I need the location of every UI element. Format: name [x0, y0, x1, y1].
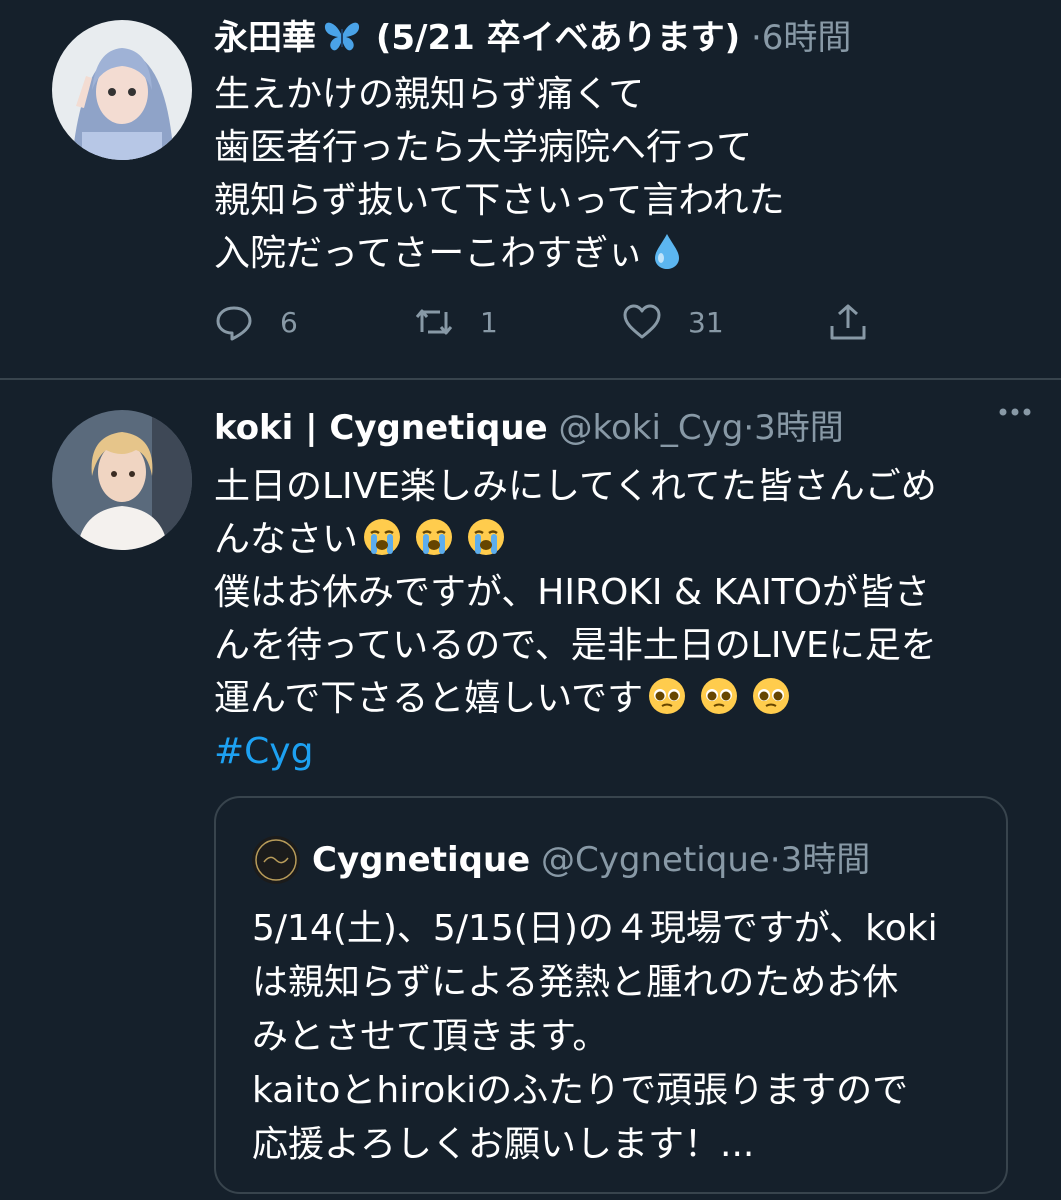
loudly-crying-face-icon — [364, 519, 401, 555]
tweet-line: 歯医者行ったら大学病院へ行って — [214, 127, 753, 168]
retweet-count: 1 — [480, 305, 498, 339]
quote-author-handle: @Cygnetique — [541, 840, 770, 880]
author-name[interactable]: 永田華 — [214, 18, 316, 58]
timestamp[interactable]: 6時間 — [762, 18, 852, 58]
pleading-face-icon — [649, 678, 686, 714]
tweet-text: 生えかけの親知らず痛くて 歯医者行ったら大学病院へ行って 親知らず抜いて下さいっ… — [214, 68, 1021, 280]
tweet-line: 運んで下さると嬉しいです — [214, 678, 644, 719]
tweet-line: 入院だってさーこわすぎぃ — [214, 233, 644, 274]
share-icon — [830, 304, 866, 340]
author-handle[interactable]: @koki_Cyg — [558, 408, 743, 448]
reply-count: 6 — [280, 305, 298, 339]
tweet-line: んなさい — [214, 519, 359, 560]
tweet-header: koki | Cygnetique @koki_Cyg·3時間 — [214, 404, 1041, 452]
separator: · — [769, 840, 781, 880]
tweet-line: 僕はお休みですが、HIROKI & KAITOが皆さ — [214, 572, 931, 613]
tweet-line: んを待っているので、是非土日のLIVEに足を — [214, 625, 937, 666]
tweet[interactable]: 永田華 (5/21 卒イベあります) ·6時間 生えかけの親知らず痛くて 歯医者… — [0, 0, 1061, 378]
more-options-icon[interactable] — [997, 402, 1033, 422]
droplet-icon — [655, 234, 680, 269]
quote-line: 5/14(土)、5/15(日)の４現場ですが、koki — [252, 908, 938, 949]
loudly-crying-face-icon — [468, 519, 505, 555]
author-name[interactable]: koki | Cygnetique — [214, 408, 548, 448]
separator: · — [750, 18, 762, 58]
quoted-tweet[interactable]: Cygnetique @Cygnetique·3時間 5/14(土)、5/15(… — [214, 796, 1008, 1194]
tweet[interactable]: koki | Cygnetique @koki_Cyg·3時間 土日のLIVE楽… — [0, 380, 1061, 1200]
quote-line: kaitoとhirokiのふたりで頑張りますので — [252, 1070, 909, 1111]
tweet-line: 土日のLIVE楽しみにしてくれてた皆さんごめ — [214, 466, 937, 507]
share-button[interactable] — [828, 300, 868, 344]
author-name-suffix: (5/21 卒イベあります) — [364, 18, 741, 58]
like-button[interactable]: 31 — [622, 300, 724, 344]
quote-text: 5/14(土)、5/15(日)の４現場ですが、koki は親知らずによる発熱と腫… — [252, 902, 986, 1172]
tweet-line-with-emoji: んなさい — [214, 513, 1021, 566]
quote-author-name: Cygnetique — [312, 840, 531, 880]
quote-header: Cygnetique @Cygnetique·3時間 — [312, 836, 870, 884]
quote-line: みとさせて頂きます。 — [252, 1016, 609, 1057]
separator: · — [743, 408, 755, 448]
timestamp[interactable]: 3時間 — [754, 408, 844, 448]
hashtag-link[interactable]: #Cyg — [214, 725, 1021, 778]
quote-avatar — [252, 836, 300, 884]
tweet-line: 親知らず抜いて下さいって言われた — [214, 180, 785, 221]
pleading-face-icon — [701, 678, 738, 714]
quote-timestamp: 3時間 — [780, 840, 871, 880]
quote-line: は親知らずによる発熱と腫れのためお休 — [252, 962, 899, 1003]
tweet-header: 永田華 (5/21 卒イベあります) ·6時間 — [214, 14, 1041, 62]
pleading-face-icon — [753, 678, 790, 714]
retweet-button[interactable]: 1 — [414, 300, 498, 344]
tweet-text: 土日のLIVE楽しみにしてくれてた皆さんごめ んなさい 僕はお休みですが、HIR… — [214, 460, 1021, 778]
like-count: 31 — [688, 305, 724, 339]
tweet-actions: 6 1 31 — [214, 300, 874, 344]
retweet-icon — [415, 309, 453, 335]
loudly-crying-face-icon — [416, 519, 453, 555]
heart-icon — [623, 304, 661, 339]
tweet-line-with-emoji: 入院だってさーこわすぎぃ — [214, 227, 1021, 280]
reply-icon — [216, 306, 252, 341]
quote-line: 応援よろしくお願いします！... — [252, 1124, 755, 1165]
tweet-line-with-emoji: 運んで下さると嬉しいです — [214, 672, 1021, 725]
avatar[interactable] — [52, 20, 192, 160]
reply-button[interactable]: 6 — [214, 300, 298, 344]
avatar[interactable] — [52, 410, 192, 550]
butterfly-icon — [324, 22, 360, 51]
tweet-line: 生えかけの親知らず痛くて — [214, 74, 645, 115]
